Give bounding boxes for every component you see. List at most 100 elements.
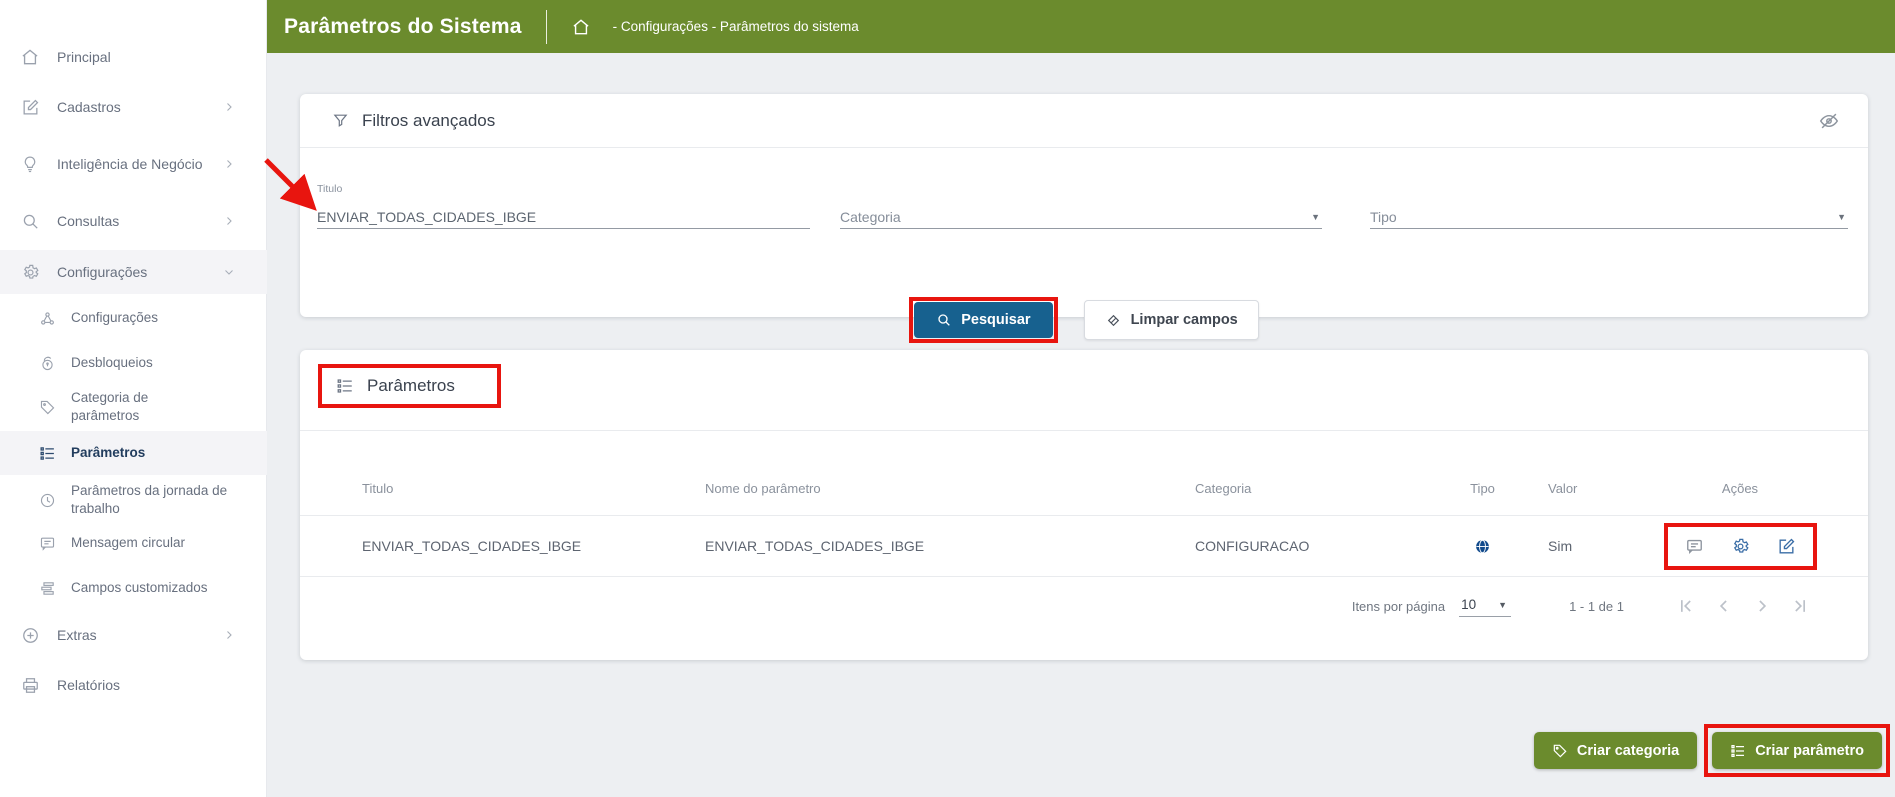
first-page-icon[interactable] — [1676, 596, 1696, 616]
search-button[interactable]: Pesquisar — [914, 302, 1052, 338]
cell-titulo: ENVIAR_TODAS_CIDADES_IBGE — [362, 538, 705, 554]
settings-icon[interactable] — [1731, 537, 1750, 556]
chevron-right-icon — [223, 215, 235, 227]
sidebar-item-label: Inteligência de Negócio — [57, 155, 203, 174]
cell-valor: Sim — [1530, 538, 1640, 554]
pagination: Itens por página 10 ▼ 1 - 1 de 1 — [1352, 586, 1810, 626]
unlock-icon — [36, 355, 58, 372]
gear-icon — [18, 263, 42, 282]
clear-fields-button[interactable]: Limpar campos — [1084, 300, 1259, 340]
column-header-titulo: Titulo — [362, 481, 705, 496]
breadcrumb: - Configurações - Parâmetros do sistema — [613, 19, 859, 34]
breadcrumb-home-icon[interactable] — [571, 17, 591, 37]
sidebar-item-label: Consultas — [57, 212, 119, 231]
sidebar-item-label: Relatórios — [57, 676, 120, 695]
last-page-icon[interactable] — [1790, 596, 1810, 616]
filters-title: Filtros avançados — [362, 111, 495, 131]
edit-icon — [18, 98, 42, 117]
next-page-icon[interactable] — [1752, 596, 1772, 616]
search-icon — [18, 212, 42, 231]
sidebar-item-consultas[interactable]: Consultas — [0, 199, 267, 243]
cell-tipo — [1435, 538, 1530, 555]
sidebar-item-configuracoes[interactable]: Configurações — [0, 250, 267, 294]
plus-circle-icon — [18, 626, 42, 645]
app-root: Principal Cadastros Inteligência de Negó… — [0, 0, 1895, 797]
globe-icon — [1474, 538, 1491, 555]
sidebar-item-label: Configurações — [71, 309, 158, 327]
annotation-box-create-parameter: Criar parâmetro — [1704, 724, 1890, 777]
sidebar-item-inteligencia-de-negocio[interactable]: Inteligência de Negócio — [0, 135, 267, 193]
main-content: Filtros avançados Titulo ENVIAR_TODAS_CI… — [267, 53, 1895, 797]
chevron-right-icon — [223, 101, 235, 113]
annotation-box-parameters-title: Parâmetros — [318, 364, 501, 408]
prev-page-icon[interactable] — [1714, 596, 1734, 616]
sidebar-subitem-categoria-de-parametros[interactable]: Categoria de parâmetros — [0, 381, 267, 433]
filter-funnel-icon — [332, 112, 349, 129]
sidebar-item-label: Parâmetros da jornada de trabalho — [71, 482, 231, 518]
page-header: Parâmetros do Sistema - Configurações - … — [267, 0, 1895, 53]
sidebar-item-label: Parâmetros — [71, 444, 145, 462]
items-per-page-select[interactable]: 10 ▼ — [1459, 595, 1511, 617]
column-header-categoria: Categoria — [1195, 481, 1435, 496]
annotation-box-actions — [1664, 523, 1817, 570]
printer-icon — [18, 676, 42, 695]
column-header-acoes: Ações — [1640, 481, 1840, 496]
pagination-range: 1 - 1 de 1 — [1569, 599, 1624, 614]
table-row: ENVIAR_TODAS_CIDADES_IBGE ENVIAR_TODAS_C… — [300, 515, 1868, 577]
parameters-card: Parâmetros Titulo Nome do parâmetro Cate… — [300, 350, 1868, 660]
table-header-row: Titulo Nome do parâmetro Categoria Tipo … — [300, 462, 1868, 515]
stack-icon — [36, 580, 58, 597]
filters-divider — [300, 147, 1868, 148]
cell-nome: ENVIAR_TODAS_CIDADES_IBGE — [705, 538, 1195, 554]
sidebar-subitem-parametros[interactable]: Parâmetros — [0, 431, 267, 475]
list-icon — [36, 445, 58, 462]
sidebar-subitem-desbloqueios[interactable]: Desbloqueios — [0, 341, 267, 385]
network-icon — [36, 310, 58, 327]
create-category-button[interactable]: Criar categoria — [1534, 732, 1697, 769]
categoria-select-label: Categoria — [840, 209, 901, 225]
column-header-valor: Valor — [1530, 481, 1640, 496]
message-icon — [36, 535, 58, 552]
clock-icon — [36, 492, 58, 509]
home-icon — [18, 47, 42, 67]
list-icon — [336, 377, 354, 395]
tipo-select[interactable]: Tipo ▼ — [1370, 169, 1848, 229]
dropdown-arrow-icon: ▼ — [1311, 212, 1322, 222]
create-parameter-button[interactable]: Criar parâmetro — [1712, 732, 1882, 769]
sidebar-item-label: Campos customizados — [71, 579, 208, 597]
eraser-icon — [1105, 312, 1122, 329]
dropdown-arrow-icon: ▼ — [1837, 212, 1848, 222]
edit-icon[interactable] — [1777, 537, 1796, 556]
eye-off-icon[interactable] — [1818, 110, 1840, 132]
titulo-field[interactable]: Titulo ENVIAR_TODAS_CIDADES_IBGE — [317, 169, 810, 229]
sidebar-item-label: Configurações — [57, 263, 147, 282]
parameters-title: Parâmetros — [367, 376, 455, 396]
sidebar-item-principal[interactable]: Principal — [0, 35, 267, 79]
titulo-field-label: Titulo — [317, 183, 342, 195]
titulo-field-value: ENVIAR_TODAS_CIDADES_IBGE — [317, 209, 536, 225]
comment-icon[interactable] — [1685, 537, 1704, 556]
sidebar-item-relatorios[interactable]: Relatórios — [0, 663, 267, 707]
tag-icon — [36, 399, 58, 416]
lightbulb-icon — [18, 154, 42, 174]
categoria-select[interactable]: Categoria ▼ — [840, 169, 1322, 229]
filters-card: Filtros avançados Titulo ENVIAR_TODAS_CI… — [300, 94, 1868, 317]
search-button-icon — [936, 312, 952, 328]
sidebar-subitem-parametros-jornada[interactable]: Parâmetros da jornada de trabalho — [0, 474, 267, 526]
sidebar-subitem-mensagem-circular[interactable]: Mensagem circular — [0, 521, 267, 565]
sidebar-subitem-campos-customizados[interactable]: Campos customizados — [0, 566, 267, 610]
tipo-select-label: Tipo — [1370, 209, 1397, 225]
annotation-box-search: Pesquisar — [909, 297, 1057, 343]
list-icon — [1730, 743, 1746, 759]
sidebar-item-cadastros[interactable]: Cadastros — [0, 85, 267, 129]
sidebar-subitem-configuracoes[interactable]: Configurações — [0, 296, 267, 340]
header-divider — [546, 10, 547, 44]
sidebar-item-label: Extras — [57, 626, 97, 645]
chevron-down-icon — [223, 266, 235, 278]
filter-fields: Titulo ENVIAR_TODAS_CIDADES_IBGE Categor… — [300, 169, 1868, 229]
sidebar-item-extras[interactable]: Extras — [0, 613, 267, 657]
dropdown-arrow-icon: ▼ — [1498, 600, 1509, 610]
sidebar-item-label: Principal — [57, 48, 111, 67]
bottom-action-bar: Criar categoria Criar parâmetro — [1534, 724, 1890, 777]
sidebar-item-label: Mensagem circular — [71, 534, 185, 552]
